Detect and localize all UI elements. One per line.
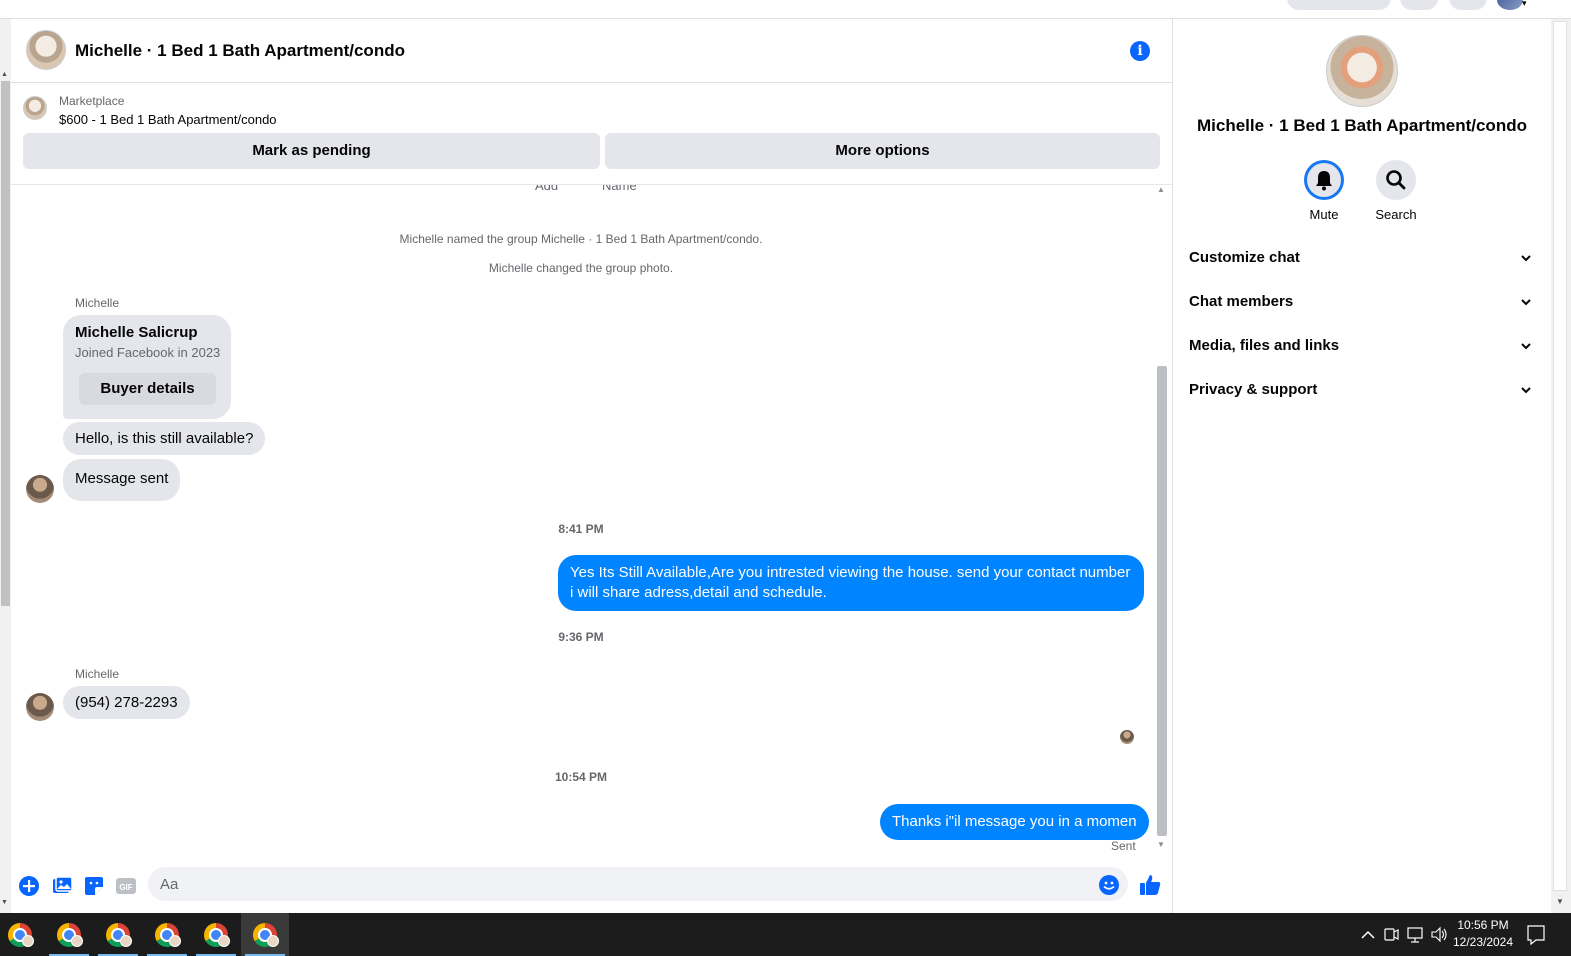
chat-header: Michelle · 1 Bed 1 Bath Apartment/condo … — [11, 19, 1172, 83]
sender-avatar[interactable] — [26, 693, 54, 721]
scrollbar-thumb[interactable] — [1553, 21, 1567, 891]
sent-status: Sent — [1111, 839, 1136, 853]
timestamp: 10:54 PM — [554, 770, 608, 784]
message-input[interactable] — [148, 867, 1128, 901]
top-nav-pill[interactable] — [1287, 0, 1391, 10]
marketplace-label: Marketplace — [59, 94, 125, 108]
section-label: Chat members — [1189, 293, 1294, 310]
chrome-taskbar-icon[interactable] — [45, 913, 93, 956]
buyer-name: Michelle Salicrup — [75, 324, 198, 341]
chevron-down-icon[interactable]: ▾ — [1522, 0, 1527, 9]
outgoing-message[interactable]: Yes Its Still Available,Are you intreste… — [558, 555, 1144, 611]
group-avatar[interactable] — [26, 30, 66, 70]
like-icon[interactable] — [1138, 873, 1162, 897]
meet-now-icon[interactable] — [1383, 913, 1399, 956]
bell-icon[interactable] — [1304, 160, 1344, 200]
chevron-down-icon — [1521, 343, 1531, 350]
info-title: Michelle · 1 Bed 1 Bath Apartment/condo — [1197, 116, 1527, 135]
buyer-card: Michelle Salicrup Joined Facebook in 202… — [63, 315, 231, 419]
sender-name: Michelle — [75, 667, 120, 681]
chrome-taskbar-icon[interactable] — [143, 913, 191, 956]
seen-avatar — [1120, 730, 1134, 744]
photo-icon[interactable] — [51, 875, 73, 897]
profile-avatar[interactable] — [1497, 0, 1523, 10]
taskbar: 10:56 PM 12/23/2024 — [0, 913, 1571, 956]
customize-chat-section[interactable]: Customize chat — [1189, 237, 1539, 281]
search-icon[interactable] — [1376, 160, 1416, 200]
chevron-down-icon — [1521, 387, 1531, 394]
search-action[interactable]: Search — [1361, 160, 1431, 222]
listing-title[interactable]: $600 - 1 Bed 1 Bath Apartment/condo — [59, 112, 277, 127]
buyer-joined: Joined Facebook in 2023 — [75, 345, 221, 360]
system-message: Michelle changed the group photo. — [488, 261, 674, 275]
incoming-message[interactable]: (954) 278-2293 — [63, 686, 190, 719]
network-icon[interactable] — [1406, 913, 1424, 956]
chrome-taskbar-icon[interactable] — [94, 913, 142, 956]
browser-top-nav: ▾ — [0, 0, 1571, 19]
composer: GIF — [11, 864, 1172, 913]
sender-avatar[interactable] — [26, 475, 54, 503]
plus-icon[interactable] — [18, 875, 40, 897]
timestamp: 8:41 PM — [558, 522, 604, 536]
scroll-down-arrow-icon[interactable]: ▼ — [1, 899, 8, 906]
scroll-up-arrow-icon[interactable]: ▲ — [1157, 185, 1165, 194]
mute-action[interactable]: Mute — [1289, 160, 1359, 222]
incoming-message[interactable]: Hello, is this still available? — [63, 422, 266, 455]
sticker-icon[interactable] — [83, 875, 105, 897]
page-scrollbar[interactable]: ▲ ▼ — [0, 19, 11, 913]
chat-members-section[interactable]: Chat members — [1189, 281, 1539, 325]
chat-panel: Michelle · 1 Bed 1 Bath Apartment/condo … — [11, 19, 1173, 913]
section-label: Media, files and links — [1189, 337, 1340, 354]
marketplace-bar: Marketplace $600 - 1 Bed 1 Bath Apartmen… — [11, 84, 1172, 184]
gif-icon[interactable]: GIF — [115, 875, 137, 897]
scrollbar-thumb[interactable] — [1157, 366, 1167, 836]
mark-pending-button[interactable]: Mark as pending — [23, 133, 600, 169]
window-scrollbar[interactable]: ▼ — [1551, 19, 1571, 913]
chat-title[interactable]: Michelle · 1 Bed 1 Bath Apartment/condo — [75, 41, 405, 61]
outgoing-message[interactable]: Thanks i"il message you in a momen — [880, 804, 1149, 840]
chrome-taskbar-icon[interactable] — [241, 913, 289, 956]
chevron-down-icon — [1521, 299, 1531, 306]
notifications-icon[interactable] — [1526, 913, 1546, 956]
volume-icon[interactable] — [1430, 913, 1448, 956]
chrome-taskbar-icon[interactable] — [192, 913, 240, 956]
timestamp: 9:36 PM — [558, 630, 604, 644]
scrollbar-thumb[interactable] — [1, 81, 10, 606]
system-message: Michelle named the group Michelle · 1 Be… — [399, 232, 763, 246]
clock-time: 10:56 PM — [1457, 918, 1509, 932]
incoming-message[interactable]: Message sent — [63, 459, 181, 501]
scroll-up-arrow-icon[interactable]: ▲ — [1, 71, 8, 78]
system-clock[interactable]: 10:56 PM 12/23/2024 — [1452, 917, 1514, 951]
search-label: Search — [1375, 207, 1417, 222]
section-label: Customize chat — [1189, 249, 1300, 266]
sender-name: Michelle — [75, 296, 120, 310]
menu-icon[interactable] — [1400, 0, 1438, 10]
clock-date: 12/23/2024 — [1452, 935, 1514, 949]
name-action-label[interactable]: Name — [602, 185, 637, 193]
privacy-support-section[interactable]: Privacy & support — [1189, 369, 1539, 413]
media-files-links-section[interactable]: Media, files and links — [1189, 325, 1539, 369]
group-photo[interactable] — [1326, 35, 1398, 107]
info-icon[interactable]: i — [1130, 41, 1150, 61]
scroll-down-arrow-icon[interactable]: ▼ — [1157, 840, 1165, 849]
scroll-down-arrow-icon[interactable]: ▼ — [1556, 897, 1564, 906]
section-label: Privacy & support — [1189, 381, 1318, 398]
chrome-taskbar-icon[interactable] — [0, 913, 48, 956]
listing-thumbnail[interactable] — [23, 96, 47, 120]
message-list: Add Name Michelle named the group Michel… — [11, 184, 1172, 864]
buyer-details-button[interactable]: Buyer details — [79, 373, 216, 405]
emoji-icon[interactable] — [1099, 875, 1119, 895]
chevron-up-icon[interactable] — [1360, 913, 1376, 956]
mute-label: Mute — [1309, 207, 1339, 222]
chevron-down-icon — [1521, 255, 1531, 262]
messenger-icon[interactable] — [1449, 0, 1487, 10]
more-options-button[interactable]: More options — [605, 133, 1160, 169]
svg-text:GIF: GIF — [119, 883, 132, 892]
chat-info-panel: Michelle · 1 Bed 1 Bath Apartment/condo … — [1173, 19, 1551, 913]
add-action-label[interactable]: Add — [535, 185, 558, 193]
chat-scrollbar[interactable]: ▲ ▼ — [1155, 184, 1169, 854]
